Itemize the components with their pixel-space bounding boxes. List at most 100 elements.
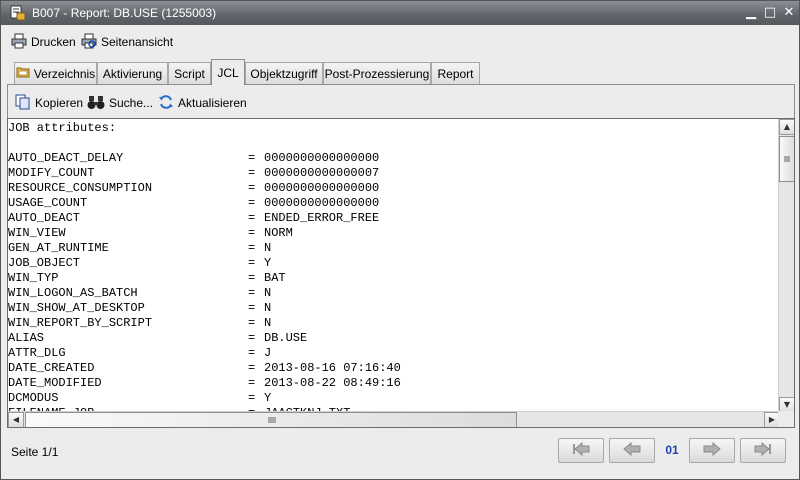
attribute-separator: = (248, 211, 256, 225)
report-line: WIN_LOGON_AS_BATCH = N (8, 286, 780, 301)
first-page-button[interactable] (558, 438, 604, 463)
page-preview-button[interactable]: Seitenansicht (81, 30, 173, 54)
attribute-value: 2013-08-22 08:49:16 (264, 376, 401, 390)
close-button[interactable]: ✕ (780, 4, 798, 22)
copy-button[interactable]: Kopieren (15, 91, 83, 115)
last-page-button[interactable] (740, 438, 786, 463)
attribute-separator: = (248, 331, 256, 345)
refresh-icon (158, 94, 174, 113)
attribute-key: AUTO_DEACT_DELAY (8, 151, 124, 165)
attribute-key: MODIFY_COUNT (8, 166, 95, 180)
report-line: RESOURCE_CONSUMPTION = 0000000000000000 (8, 181, 780, 196)
attribute-key: WIN_REPORT_BY_SCRIPT (8, 316, 153, 330)
report-line: MODIFY_COUNT = 0000000000000007 (8, 166, 780, 181)
title-bar: B007 - Report: DB.USE (1255003) ▁ □ ✕ (1, 1, 799, 25)
attribute-key: AUTO_DEACT (8, 211, 81, 225)
tab-label: JCL (217, 65, 239, 80)
report-line: ALIAS = DB.USE (8, 331, 780, 346)
attribute-separator: = (248, 181, 256, 195)
attribute-value: N (264, 241, 272, 255)
attribute-key: DATE_MODIFIED (8, 376, 102, 390)
report-lines: AUTO_DEACT_DELAY = 0000000000000000 MODIFY_… (8, 151, 780, 413)
tab-script[interactable]: Script (168, 62, 211, 84)
scroll-corner (778, 411, 794, 427)
attribute-key: ATTR_DLG (8, 346, 66, 360)
attribute-key: WIN_VIEW (8, 226, 66, 240)
attribute-key: DCMODUS (8, 391, 59, 405)
attribute-separator: = (248, 196, 256, 210)
tab-aktivierung[interactable]: Aktivierung (97, 62, 168, 84)
attribute-key: DATE_CREATED (8, 361, 95, 375)
attribute-value: N (264, 301, 272, 315)
attribute-key: RESOURCE_CONSUMPTION (8, 181, 153, 195)
current-page-number: 01 (665, 443, 679, 457)
minimize-button[interactable]: ▁ (742, 4, 760, 22)
printer-icon (11, 33, 27, 52)
horizontal-scroll-thumb[interactable] (25, 412, 517, 427)
attribute-value: Y (264, 256, 272, 270)
report-line: ATTR_DLG = J (8, 346, 780, 361)
attribute-value: 0000000000000000 (264, 196, 380, 210)
refresh-label: Aktualisieren (178, 96, 247, 110)
attribute-key: GEN_AT_RUNTIME (8, 241, 109, 255)
attribute-separator: = (248, 151, 256, 165)
attribute-value: 0000000000000007 (264, 166, 380, 180)
attribute-separator: = (248, 256, 256, 270)
tab-strip: Verzeichnis Aktivierung Script JCL Objek… (1, 59, 799, 85)
previous-page-button[interactable] (609, 438, 655, 463)
tab-label: Script (174, 66, 205, 81)
binoculars-icon (87, 94, 105, 113)
attribute-key: WIN_TYP (8, 271, 59, 285)
page-preview-icon (81, 33, 97, 52)
report-line: WIN_REPORT_BY_SCRIPT = N (8, 316, 780, 331)
attribute-value: DB.USE (264, 331, 308, 345)
tab-objektzugriff[interactable]: Objektzugriff (245, 62, 323, 84)
report-line: DATE_MODIFIED = 2013-08-22 08:49:16 (8, 376, 780, 391)
maximize-button[interactable]: □ (761, 4, 779, 22)
attribute-value: ENDED_ERROR_FREE (264, 211, 380, 225)
refresh-button[interactable]: Aktualisieren (158, 91, 247, 115)
attribute-separator: = (248, 226, 256, 240)
tab-verzeichnis[interactable]: Verzeichnis (14, 62, 97, 84)
attribute-key: USAGE_COUNT (8, 196, 88, 210)
attribute-value: BAT (264, 271, 286, 285)
page-count-label: Seite 1/1 (11, 445, 59, 459)
attribute-separator: = (248, 391, 256, 405)
tab-post-prozessierung[interactable]: Post-Prozessierung (323, 62, 431, 84)
attribute-key: ALIAS (8, 331, 45, 345)
attribute-value: 0000000000000000 (264, 151, 380, 165)
attribute-key: WIN_LOGON_AS_BATCH (8, 286, 138, 300)
report-line: DCMODUS = Y (8, 391, 780, 406)
report-window: B007 - Report: DB.USE (1255003) ▁ □ ✕ Dr… (0, 0, 800, 480)
scroll-left-icon[interactable]: ◀ (8, 412, 24, 427)
copy-label: Kopieren (35, 96, 84, 110)
search-label: Suche... (109, 96, 154, 110)
horizontal-scrollbar[interactable]: ◀ ▶ (8, 411, 780, 427)
report-text-area[interactable]: JOB attributes: AUTO_DEACT_DELAY = 0000000… (7, 118, 795, 428)
print-button[interactable]: Drucken (11, 30, 76, 54)
vertical-scrollbar[interactable]: ▲ ▼ (778, 119, 794, 413)
next-page-button[interactable] (689, 438, 735, 463)
attribute-separator: = (248, 166, 256, 180)
report-text: JOB attributes: AUTO_DEACT_DELAY = 0000000… (8, 119, 780, 413)
tab-label: Objektzugriff (250, 66, 318, 81)
attribute-value: 0000000000000000 (264, 181, 380, 195)
vertical-scroll-thumb[interactable] (779, 136, 794, 182)
attribute-value: N (264, 286, 272, 300)
tab-report[interactable]: Report (431, 62, 480, 84)
tab-jcl[interactable]: JCL (211, 59, 245, 85)
scroll-up-icon[interactable]: ▲ (779, 119, 794, 135)
copy-icon (15, 94, 31, 113)
arrow-right-icon (703, 441, 721, 459)
main-toolbar: Drucken Seitenansicht (1, 25, 799, 59)
window-title: B007 - Report: DB.USE (1255003) (32, 6, 217, 20)
attribute-value: Y (264, 391, 272, 405)
attribute-key: JOB_OBJECT (8, 256, 81, 270)
attribute-separator: = (248, 241, 256, 255)
report-line: WIN_TYP = BAT (8, 271, 780, 286)
print-label: Drucken (31, 35, 76, 49)
last-page-icon (754, 441, 772, 459)
search-button[interactable]: Suche... (87, 91, 153, 115)
report-line: WIN_VIEW = NORM (8, 226, 780, 241)
